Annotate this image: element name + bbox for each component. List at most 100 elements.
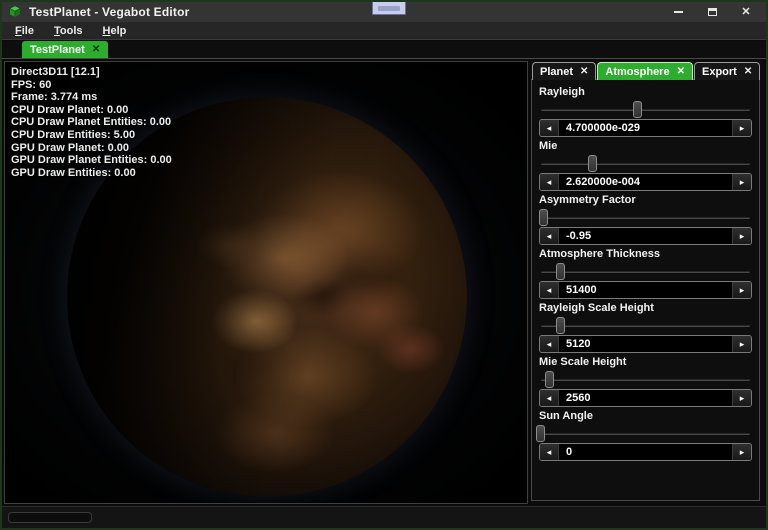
tab-export[interactable]: Export ✕	[694, 62, 760, 80]
close-icon: ✕	[741, 7, 750, 18]
maximize-button[interactable]	[704, 6, 720, 18]
sun-angle-slider[interactable]	[539, 425, 752, 443]
stat-cpu-draw-planet-entities: CPU Draw Planet Entities: 0.00	[11, 116, 172, 129]
param-mie-scale-height: Mie Scale Height ◂ 2560 ▸	[539, 356, 752, 407]
slider-handle[interactable]	[588, 155, 597, 172]
tab-export-close-icon[interactable]: ✕	[744, 66, 752, 77]
spin-decrement-button[interactable]: ◂	[540, 444, 559, 460]
document-tab-bar: TestPlanet ✕	[2, 41, 766, 59]
slider-handle[interactable]	[556, 317, 565, 334]
stat-fps: FPS: 60	[11, 79, 172, 92]
close-button[interactable]: ✕	[738, 6, 754, 18]
slider-track[interactable]	[541, 271, 750, 273]
stat-renderer: Direct3D11 [12.1]	[11, 66, 172, 79]
menu-help[interactable]: Help	[98, 24, 132, 38]
properties-panel: Planet ✕ Atmosphere ✕ Export ✕ Rayleigh	[531, 61, 762, 504]
param-sun-angle: Sun Angle ◂ 0 ▸	[539, 410, 752, 461]
spin-decrement-button[interactable]: ◂	[540, 120, 559, 136]
slider-track[interactable]	[541, 217, 750, 219]
tab-atmosphere[interactable]: Atmosphere ✕	[597, 62, 693, 80]
stat-gpu-draw-planet: GPU Draw Planet: 0.00	[11, 142, 172, 155]
window-title: TestPlanet - Vegabot Editor	[29, 5, 190, 19]
param-label: Sun Angle	[539, 410, 752, 423]
atmosphere-thickness-spinbox: ◂ 51400 ▸	[539, 281, 752, 299]
panel-tab-bar: Planet ✕ Atmosphere ✕ Export ✕	[531, 61, 762, 80]
slider-track[interactable]	[541, 433, 750, 435]
mie-scale-height-slider[interactable]	[539, 371, 752, 389]
spin-increment-button[interactable]: ▸	[732, 120, 751, 136]
spin-value-field[interactable]: 5120	[559, 336, 732, 352]
stat-cpu-draw-planet: CPU Draw Planet: 0.00	[11, 104, 172, 117]
tab-planet-label: Planet	[540, 66, 573, 78]
doc-tab-testplanet[interactable]: TestPlanet ✕	[22, 41, 108, 58]
slider-handle[interactable]	[633, 101, 642, 118]
stat-gpu-draw-planet-entities: GPU Draw Planet Entities: 0.00	[11, 154, 172, 167]
spin-decrement-button[interactable]: ◂	[540, 336, 559, 352]
spin-value-field[interactable]: 4.700000e-029	[559, 120, 732, 136]
spin-value-field[interactable]: -0.95	[559, 228, 732, 244]
asymmetry-factor-slider[interactable]	[539, 209, 752, 227]
param-label: Mie	[539, 140, 752, 153]
param-atmosphere-thickness: Atmosphere Thickness ◂ 51400 ▸	[539, 248, 752, 299]
spin-increment-button[interactable]: ▸	[732, 390, 751, 406]
rayleigh-scale-height-slider[interactable]	[539, 317, 752, 335]
spin-decrement-button[interactable]: ◂	[540, 390, 559, 406]
slider-handle[interactable]	[539, 209, 548, 226]
tab-planet-close-icon[interactable]: ✕	[580, 66, 588, 77]
minimize-icon	[674, 11, 683, 13]
stat-cpu-draw-entities: CPU Draw Entities: 5.00	[11, 129, 172, 142]
spin-value-field[interactable]: 2.620000e-004	[559, 174, 732, 190]
slider-track[interactable]	[541, 109, 750, 111]
slider-handle[interactable]	[536, 425, 545, 442]
param-mie: Mie ◂ 2.620000e-004 ▸	[539, 140, 752, 191]
maximize-icon	[708, 8, 717, 16]
doc-tab-close-icon[interactable]: ✕	[92, 44, 100, 55]
slider-handle[interactable]	[545, 371, 554, 388]
slider-handle[interactable]	[556, 263, 565, 280]
mie-slider[interactable]	[539, 155, 752, 173]
param-asymmetry-factor: Asymmetry Factor ◂ -0.95 ▸	[539, 194, 752, 245]
spin-value-field[interactable]: 2560	[559, 390, 732, 406]
tab-atmosphere-close-icon[interactable]: ✕	[677, 66, 685, 77]
viewport-canvas[interactable]: Direct3D11 [12.1] FPS: 60 Frame: 3.774 m…	[4, 61, 528, 504]
menu-file[interactable]: File	[10, 24, 39, 38]
mie-scale-height-spinbox: ◂ 2560 ▸	[539, 389, 752, 407]
minimize-button[interactable]	[670, 6, 686, 18]
status-bar	[2, 506, 766, 528]
tab-atmosphere-label: Atmosphere	[605, 66, 669, 78]
app-logo-icon	[8, 5, 22, 19]
spin-value-field[interactable]: 51400	[559, 282, 732, 298]
mie-spinbox: ◂ 2.620000e-004 ▸	[539, 173, 752, 191]
sun-angle-spinbox: ◂ 0 ▸	[539, 443, 752, 461]
atmosphere-thickness-slider[interactable]	[539, 263, 752, 281]
rayleigh-spinbox: ◂ 4.700000e-029 ▸	[539, 119, 752, 137]
spin-decrement-button[interactable]: ◂	[540, 228, 559, 244]
rayleigh-slider[interactable]	[539, 101, 752, 119]
spin-increment-button[interactable]: ▸	[732, 336, 751, 352]
content-area: Direct3D11 [12.1] FPS: 60 Frame: 3.774 m…	[2, 59, 766, 506]
progress-bar	[8, 512, 92, 523]
slider-track[interactable]	[541, 379, 750, 381]
spin-decrement-button[interactable]: ◂	[540, 174, 559, 190]
param-label: Mie Scale Height	[539, 356, 752, 369]
doc-tab-label: TestPlanet	[30, 44, 85, 56]
stat-frame-time: Frame: 3.774 ms	[11, 91, 172, 104]
spin-increment-button[interactable]: ▸	[732, 444, 751, 460]
param-rayleigh: Rayleigh ◂ 4.700000e-029 ▸	[539, 86, 752, 137]
app-window: TestPlanet - Vegabot Editor ✕ File Tools…	[0, 0, 768, 530]
spin-increment-button[interactable]: ▸	[732, 282, 751, 298]
slider-track[interactable]	[541, 163, 750, 165]
rayleigh-scale-height-spinbox: ◂ 5120 ▸	[539, 335, 752, 353]
tab-planet[interactable]: Planet ✕	[532, 62, 596, 80]
overlay-window-fragment	[372, 2, 406, 15]
param-label: Rayleigh Scale Height	[539, 302, 752, 315]
spin-increment-button[interactable]: ▸	[732, 228, 751, 244]
asymmetry-factor-spinbox: ◂ -0.95 ▸	[539, 227, 752, 245]
spin-value-field[interactable]: 0	[559, 444, 732, 460]
slider-track[interactable]	[541, 325, 750, 327]
menu-tools[interactable]: Tools	[49, 24, 88, 38]
spin-increment-button[interactable]: ▸	[732, 174, 751, 190]
title-bar[interactable]: TestPlanet - Vegabot Editor ✕	[2, 2, 766, 22]
param-label: Rayleigh	[539, 86, 752, 99]
spin-decrement-button[interactable]: ◂	[540, 282, 559, 298]
